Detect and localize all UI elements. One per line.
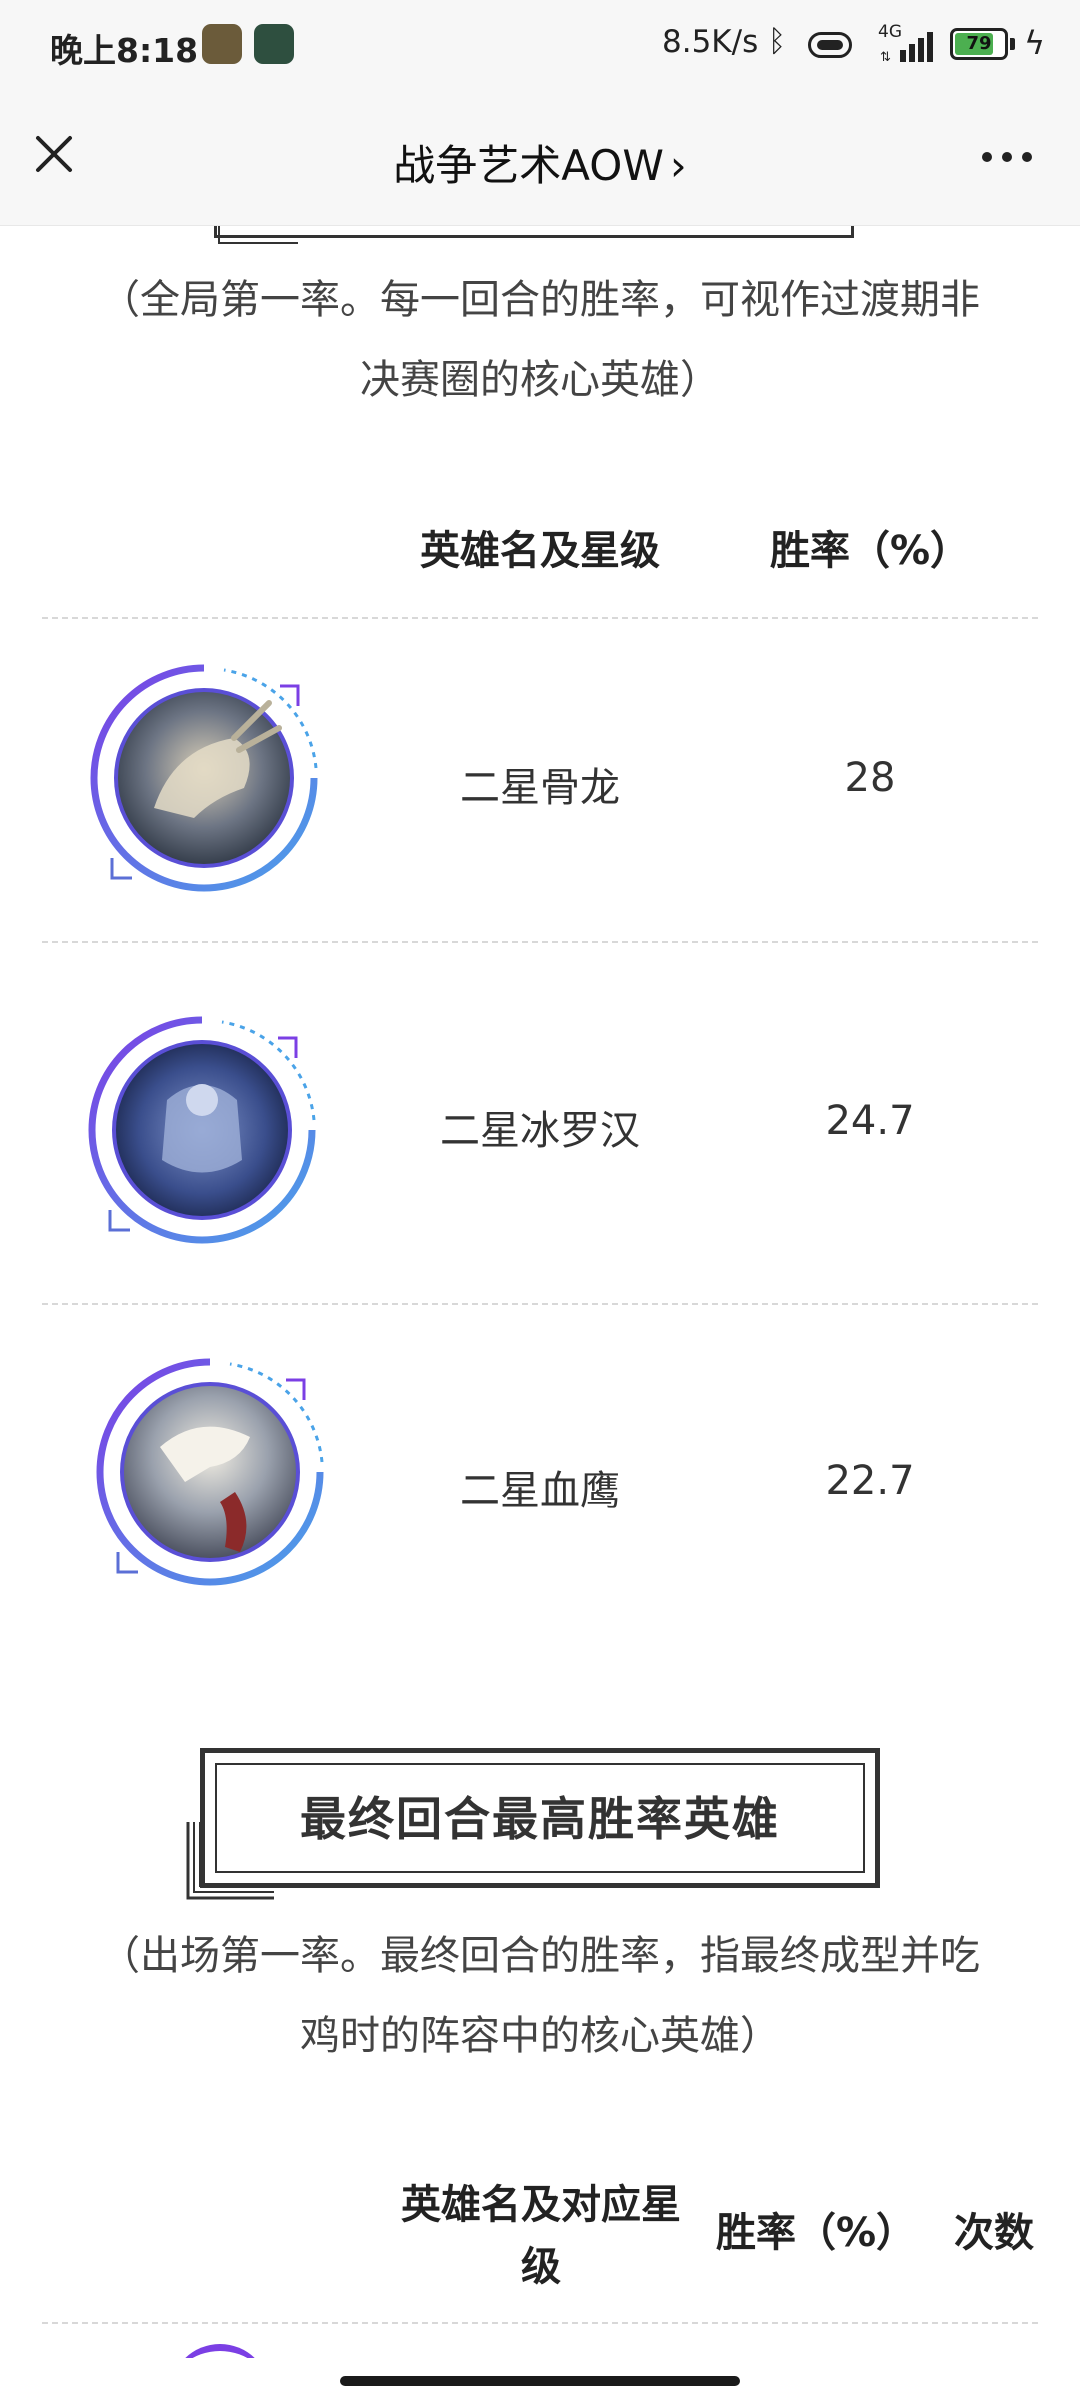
section2-intro: （出场第一率。最终回合的胜率，指最终成型并吃 鸡时的阵容中的核心英雄） <box>60 1916 1020 2076</box>
header-win-rate: 胜率（%） <box>769 528 971 574</box>
row-divider <box>42 941 1038 943</box>
signal-icon: ⇅ <box>880 28 940 65</box>
section-box-deco <box>218 226 298 244</box>
section1-intro: （全局第一率。每一回合的胜率，可视作过渡期非 决赛圈的核心英雄） <box>60 260 1020 420</box>
hero-name: 二星骨龙 <box>460 765 620 811</box>
header-count: 次数 <box>954 2210 1034 2256</box>
hero-win-rate: 22.7 <box>825 1458 915 1504</box>
section2-title: 最终回合最高胜率英雄 <box>300 1792 780 1846</box>
status-bar: 晚上8:18 8.5K/s ᛒ 4G ⇅ 79 ϟ <box>0 0 1080 92</box>
section2-title-box: 最终回合最高胜率英雄 <box>200 1748 880 1888</box>
hero-name: 二星冰罗汉 <box>440 1108 640 1154</box>
app-notification-icon <box>202 24 242 64</box>
hero-avatar-blood-eagle <box>90 1352 330 1592</box>
bluetooth-icon: ᛒ <box>768 24 786 59</box>
home-indicator[interactable] <box>340 2376 740 2386</box>
hero-avatar-ice-arhat <box>82 1010 322 1250</box>
section2-intro-line2: 鸡时的阵容中的核心英雄） <box>300 2013 780 2059</box>
section-box-partial <box>214 226 854 238</box>
header-hero-name-star: 英雄名及对应星 级 <box>376 2164 706 2308</box>
hero-win-rate: 24.7 <box>825 1098 915 1144</box>
status-time: 晚上8:18 <box>50 31 199 70</box>
network-speed: 8.5K/s <box>662 24 759 60</box>
section1-intro-line2: 决赛圈的核心英雄） <box>360 357 720 403</box>
hero-win-rate: 28 <box>844 755 896 801</box>
hero-avatar-partial <box>170 2344 270 2358</box>
nav-bar: 战争艺术AOW › <box>0 92 1080 226</box>
account-title[interactable]: 战争艺术AOW › <box>240 132 840 193</box>
app-notification-icon <box>254 24 294 64</box>
chevron-right-icon: › <box>669 141 687 190</box>
svg-text:⇅: ⇅ <box>880 50 891 62</box>
close-icon[interactable] <box>30 130 78 178</box>
more-icon[interactable] <box>980 138 1034 178</box>
charging-icon: ϟ <box>1024 24 1046 62</box>
header-win-rate: 胜率（%） <box>715 2210 917 2256</box>
vibrate-icon <box>808 32 852 58</box>
row-divider <box>42 617 1038 619</box>
page-title[interactable]: 战争艺术AOW <box>393 141 664 190</box>
battery-icon: 79 <box>950 28 1008 60</box>
row-divider <box>42 1303 1038 1305</box>
battery-level: 79 <box>966 33 992 54</box>
hero-avatar-bone-dragon <box>84 658 324 898</box>
battery-tip <box>1010 38 1015 50</box>
section2-intro-line1: （出场第一率。最终回合的胜率，指最终成型并吃 <box>100 1933 980 1979</box>
row-divider <box>42 2322 1038 2324</box>
section1-intro-line1: （全局第一率。每一回合的胜率，可视作过渡期非 <box>100 277 980 323</box>
hero-name: 二星血鹰 <box>460 1468 620 1514</box>
header-hero-name: 英雄名及星级 <box>420 528 660 574</box>
